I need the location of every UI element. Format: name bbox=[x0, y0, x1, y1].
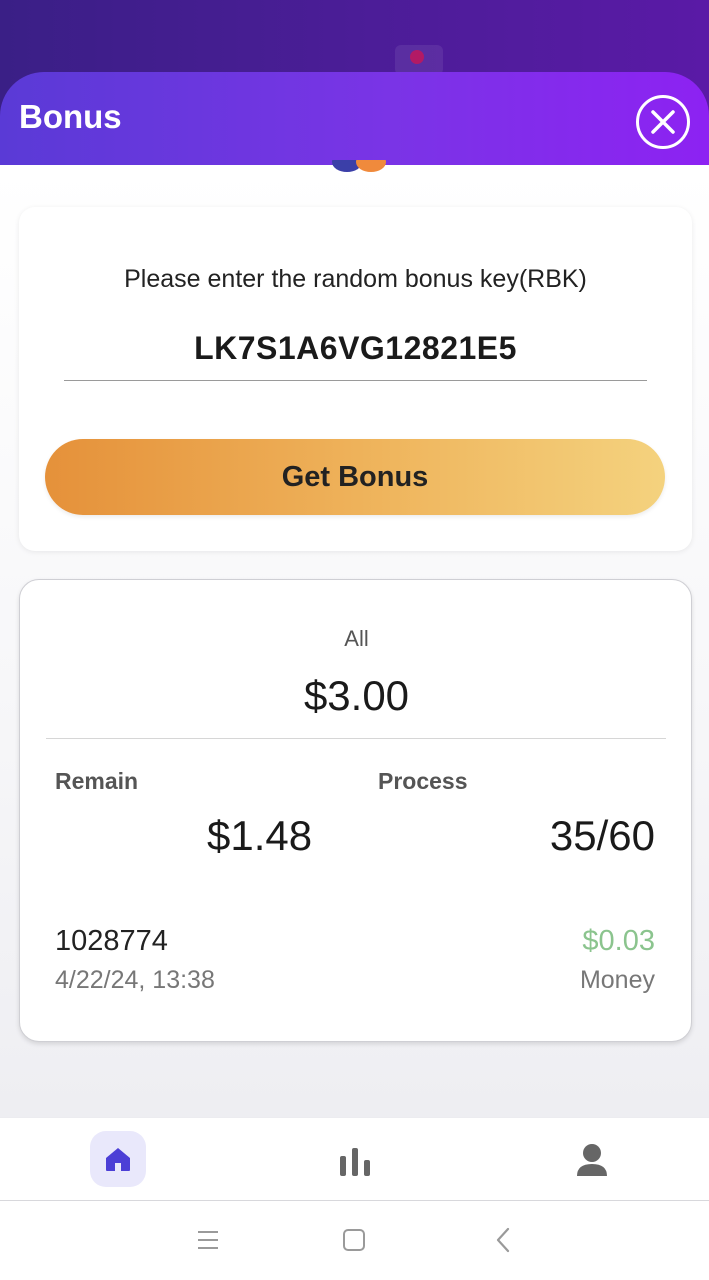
record-id: 1028774 bbox=[55, 925, 168, 957]
back-chevron-icon[interactable] bbox=[492, 1227, 514, 1253]
system-navigation-bar bbox=[0, 1201, 709, 1280]
close-icon bbox=[651, 110, 675, 134]
record-date: 4/22/24, 13:38 bbox=[55, 966, 215, 994]
background-illustration bbox=[322, 160, 396, 176]
bonus-summary-card: All $3.00 Remain Process $1.48 35/60 102… bbox=[19, 579, 692, 1042]
all-value: $3.00 bbox=[303, 672, 410, 719]
page-title: Bonus bbox=[19, 98, 122, 135]
all-label: All bbox=[344, 626, 369, 651]
nav-item-home[interactable] bbox=[90, 1131, 146, 1187]
bonus-sheet-header: Bonus bbox=[0, 72, 709, 165]
record-amount: $0.03 bbox=[582, 925, 655, 957]
remain-label: Remain bbox=[55, 768, 139, 794]
bar-chart-icon[interactable] bbox=[338, 1146, 372, 1176]
remain-value: $1.48 bbox=[207, 812, 313, 859]
bonus-key-card: Please enter the random bonus key(RBK) G… bbox=[19, 207, 692, 551]
process-label: Process bbox=[378, 768, 468, 794]
rbk-prompt: Please enter the random bonus key(RBK) bbox=[124, 265, 587, 293]
background-decoration-dot bbox=[410, 50, 424, 64]
rbk-input[interactable] bbox=[64, 317, 647, 381]
user-icon[interactable] bbox=[575, 1142, 609, 1178]
record-type: Money bbox=[579, 966, 655, 994]
close-button[interactable] bbox=[636, 95, 690, 149]
bottom-nav bbox=[0, 1117, 709, 1201]
get-bonus-button[interactable]: Get Bonus bbox=[45, 439, 665, 515]
menu-icon[interactable] bbox=[196, 1229, 220, 1251]
home-icon bbox=[106, 1148, 130, 1171]
home-square-icon[interactable] bbox=[343, 1229, 365, 1251]
divider bbox=[46, 738, 666, 739]
process-value: 35/60 bbox=[549, 812, 655, 859]
